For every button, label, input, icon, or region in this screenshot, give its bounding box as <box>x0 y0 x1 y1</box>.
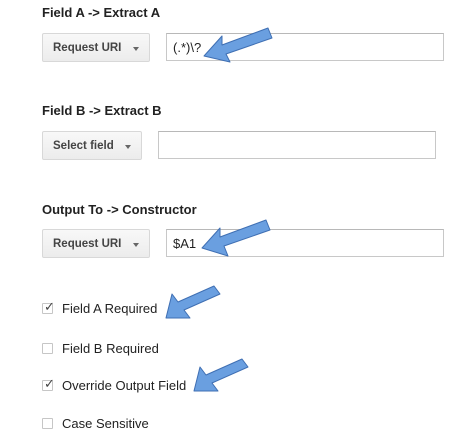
field-a-required-row[interactable]: ✓ Field A Required <box>42 299 158 316</box>
field-b-required-label: Field B Required <box>62 341 159 356</box>
annotation-arrow-icon <box>203 27 273 63</box>
output-title: Output To -> Constructor <box>42 202 197 217</box>
field-a-select[interactable]: Request URI <box>42 33 150 62</box>
output-select[interactable]: Request URI <box>42 229 150 258</box>
output-select-label: Request URI <box>53 237 122 250</box>
case-sensitive-label: Case Sensitive <box>62 416 149 431</box>
extract-b-input[interactable] <box>158 131 436 159</box>
field-a-select-label: Request URI <box>53 41 122 54</box>
chevron-down-icon <box>133 243 139 247</box>
case-sensitive-row[interactable]: Case Sensitive <box>42 416 149 431</box>
chevron-down-icon <box>125 145 131 149</box>
checkmark-icon: ✓ <box>44 299 55 314</box>
field-b-select-label: Select field <box>53 139 114 152</box>
override-output-row[interactable]: ✓ Override Output Field <box>42 376 187 393</box>
field-a-title: Field A -> Extract A <box>42 5 161 20</box>
field-b-title: Field B -> Extract B <box>42 103 162 118</box>
field-b-required-row[interactable]: Field B Required <box>42 341 159 356</box>
annotation-arrow-icon <box>193 358 249 392</box>
field-a-required-checkbox[interactable]: ✓ <box>42 299 55 314</box>
override-output-label: Override Output Field <box>62 378 187 393</box>
annotation-arrow-icon <box>201 219 271 257</box>
checkmark-icon: ✓ <box>44 376 55 391</box>
field-b-select[interactable]: Select field <box>42 131 142 160</box>
case-sensitive-checkbox[interactable] <box>42 418 53 429</box>
field-a-required-label: Field A Required <box>62 301 158 316</box>
override-output-checkbox[interactable]: ✓ <box>42 376 55 391</box>
field-b-required-checkbox[interactable] <box>42 343 53 354</box>
advanced-filter-form: Field A -> Extract A Request URI Field B… <box>0 0 462 443</box>
chevron-down-icon <box>133 47 139 51</box>
annotation-arrow-icon <box>165 285 221 319</box>
